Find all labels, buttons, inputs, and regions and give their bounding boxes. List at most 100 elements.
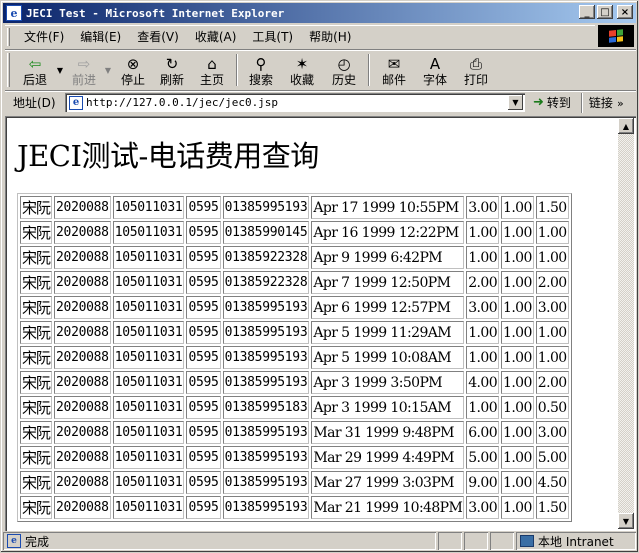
table-cell: 01385995183 [222, 396, 310, 419]
address-input[interactable]: e http://127.0.0.1/jec/jec0.jsp ▼ [65, 93, 525, 112]
scroll-up-button[interactable]: ▲ [618, 118, 634, 134]
font-button[interactable]: A 字体 [414, 51, 456, 89]
table-cell: 5.00 [466, 446, 500, 469]
table-cell: 105011031 [112, 221, 185, 244]
toolbar-grip[interactable] [7, 53, 10, 87]
table-cell: 1.00 [466, 321, 500, 344]
stop-icon: ⊗ [126, 55, 140, 73]
table-row: 宋阮 2020088 105011031 0595 01385922328 Apr 7 1… [20, 271, 569, 294]
menu-favorites[interactable]: 收藏(A) [187, 28, 245, 45]
favorites-button[interactable]: ✶ 收藏 [280, 51, 324, 89]
address-dropdown-button[interactable]: ▼ [508, 95, 523, 110]
forward-label: 前进 [71, 73, 96, 87]
table-cell: 4.00 [466, 371, 500, 394]
table-cell: 105011031 [112, 246, 185, 269]
forward-dropdown-button[interactable]: ▼ [102, 51, 114, 89]
search-label: 搜索 [248, 73, 273, 87]
menu-edit[interactable]: 编辑(E) [72, 28, 129, 45]
table-cell: 01385995193 [222, 296, 310, 319]
home-button[interactable]: ⌂ 主页 [192, 51, 232, 89]
table-cell: 4.50 [535, 471, 569, 494]
table-cell: 2.00 [466, 271, 500, 294]
phone-charges-table: 宋阮 2020088 105011031 0595 01385995193 Apr 17 … [17, 193, 572, 522]
table-cell: 2020088 [54, 271, 111, 294]
table-cell: 105011031 [112, 371, 185, 394]
menu-help[interactable]: 帮助(H) [301, 28, 359, 45]
mail-button[interactable]: ✉ 邮件 [374, 51, 414, 89]
table-cell: 2020088 [54, 471, 111, 494]
refresh-button[interactable]: ↻ 刷新 [152, 51, 192, 89]
table-cell: 105011031 [112, 196, 185, 219]
status-panel [490, 532, 514, 550]
table-cell: 01385995193 [222, 196, 310, 219]
table-cell: 宋阮 [20, 196, 53, 219]
status-main: e 完成 [3, 532, 436, 550]
table-cell: 105011031 [112, 271, 185, 294]
table-cell: 105011031 [112, 321, 185, 344]
table-cell: 宋阮 [20, 346, 53, 369]
table-cell: 6.00 [466, 421, 500, 444]
table-cell: 1.00 [501, 246, 534, 269]
links-button[interactable]: 链接» [589, 94, 624, 111]
address-separator [580, 92, 583, 113]
table-cell: 01385995193 [222, 421, 310, 444]
favorites-label: 收藏 [289, 73, 314, 87]
table-cell: 1.00 [466, 396, 500, 419]
print-button[interactable]: ⎙ 打印 [456, 51, 496, 89]
page-icon: e [69, 95, 83, 110]
back-dropdown-button[interactable]: ▼ [54, 51, 66, 89]
table-cell: 0595 [186, 196, 221, 219]
close-button[interactable]: × [617, 5, 633, 19]
favorites-icon: ✶ [295, 55, 309, 73]
table-cell: 3.00 [466, 296, 500, 319]
table-cell: 3.00 [535, 296, 569, 319]
maximize-button[interactable]: □ [597, 5, 613, 19]
table-cell: 1.00 [501, 196, 534, 219]
minimize-button[interactable]: _ [579, 5, 595, 19]
standard-toolbar: ⇦ 后退 ▼ ⇨ 前进 ▼ ⊗ 停止 ↻ 刷新 ⌂ 主页 ⚲ 搜索 ✶ 收藏 ◴… [5, 49, 636, 89]
stop-button[interactable]: ⊗ 停止 [114, 51, 152, 89]
vertical-scrollbar[interactable]: ▲ ▼ [618, 118, 634, 529]
go-button[interactable]: ➜ 转到 [533, 94, 571, 111]
printer-icon: ⎙ [469, 55, 482, 73]
table-cell: Apr 7 1999 12:50PM [311, 271, 465, 294]
menu-view[interactable]: 查看(V) [129, 28, 187, 45]
table-cell: 2020088 [54, 346, 111, 369]
menu-tools[interactable]: 工具(T) [244, 28, 301, 45]
table-row: 宋阮 2020088 105011031 0595 01385990145 Apr 16 … [20, 221, 569, 244]
table-cell: 01385990145 [222, 221, 310, 244]
address-url: http://127.0.0.1/jec/jec0.jsp [86, 96, 279, 109]
page-done-icon: e [7, 534, 21, 548]
table-cell: 105011031 [112, 396, 185, 419]
table-cell: 1.00 [501, 371, 534, 394]
title-bar[interactable]: e JECI Test - Microsoft Internet Explore… [3, 3, 636, 23]
font-label: 字体 [422, 73, 447, 87]
stop-label: 停止 [120, 73, 145, 87]
table-cell: 01385995193 [222, 471, 310, 494]
history-button[interactable]: ◴ 历史 [324, 51, 364, 89]
table-cell: Mar 29 1999 4:49PM [311, 446, 465, 469]
table-row: 宋阮 2020088 105011031 0595 01385995193 Mar 21 … [20, 496, 569, 519]
table-cell: 宋阮 [20, 221, 53, 244]
menu-file[interactable]: 文件(F) [16, 28, 72, 45]
menu-grip[interactable] [7, 27, 10, 46]
table-cell: 2020088 [54, 321, 111, 344]
table-cell: 0595 [186, 271, 221, 294]
search-button[interactable]: ⚲ 搜索 [242, 51, 280, 89]
table-cell: Mar 31 1999 9:48PM [311, 421, 465, 444]
scroll-down-button[interactable]: ▼ [618, 513, 634, 529]
back-button[interactable]: ⇦ 后退 [16, 51, 54, 89]
table-cell: 1.50 [535, 496, 569, 519]
table-cell: 2020088 [54, 371, 111, 394]
table-cell: Apr 6 1999 12:57PM [311, 296, 465, 319]
table-cell: 01385922328 [222, 246, 310, 269]
table-cell: Apr 5 1999 10:08AM [311, 346, 465, 369]
mail-label: 邮件 [381, 73, 406, 87]
table-cell: 0595 [186, 446, 221, 469]
table-cell: Mar 21 1999 10:48PM [311, 496, 465, 519]
forward-button[interactable]: ⇨ 前进 [66, 51, 102, 89]
back-label: 后退 [22, 73, 47, 87]
table-cell: 01385995193 [222, 446, 310, 469]
table-cell: 0595 [186, 321, 221, 344]
table-cell: 5.00 [535, 446, 569, 469]
